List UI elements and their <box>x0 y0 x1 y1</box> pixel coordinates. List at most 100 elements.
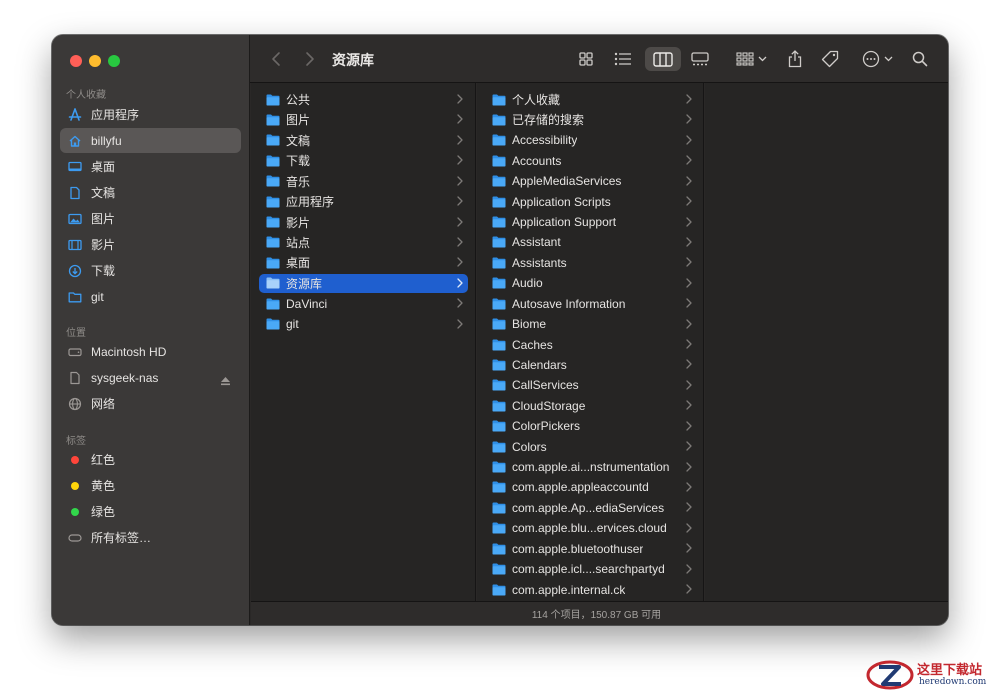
sidebar-item-pictures[interactable]: 图片 <box>60 206 241 231</box>
library-folder-row[interactable]: Calendars <box>485 355 697 374</box>
library-folder-row[interactable]: 已存储的搜索 <box>485 110 697 129</box>
chevron-right-icon <box>306 52 314 66</box>
library-folder-row[interactable]: com.apple.ai...nstrumentation <box>485 458 697 477</box>
home-folder-row[interactable]: 站点 <box>259 233 468 252</box>
library-folder-row[interactable]: AppleMediaServices <box>485 172 697 191</box>
close-window-button[interactable] <box>70 55 82 67</box>
library-folder-row[interactable]: Assistant <box>485 233 697 252</box>
sidebar-tag-green[interactable]: 绿色 <box>60 499 241 524</box>
watermark-logo-icon <box>866 660 914 690</box>
home-folder-row[interactable]: 应用程序 <box>259 192 468 211</box>
row-label: Accessibility <box>512 133 578 148</box>
row-label: Audio <box>512 276 543 291</box>
home-folder-row[interactable]: 资源库 <box>259 273 468 293</box>
home-folder-row[interactable]: 下载 <box>259 151 468 170</box>
minimize-window-button[interactable] <box>89 55 101 67</box>
library-folder-row[interactable]: Accessibility <box>485 131 697 150</box>
chevron-right-icon <box>686 114 692 125</box>
library-folder-row[interactable]: Caches <box>485 335 697 354</box>
tag-button[interactable] <box>820 47 840 71</box>
sidebar-tag-red[interactable]: 红色 <box>60 447 241 472</box>
folder-icon <box>492 175 506 187</box>
home-folder-row[interactable]: 公共 <box>259 90 468 109</box>
forward-button[interactable] <box>302 47 318 71</box>
eject-icon[interactable] <box>220 373 231 391</box>
library-folder-row[interactable]: Biome <box>485 315 697 334</box>
home-folder-row[interactable]: 影片 <box>259 213 468 232</box>
icon-view-button[interactable] <box>575 47 597 71</box>
folder-icon <box>492 94 506 105</box>
chevron-down-icon <box>758 56 766 62</box>
row-label: DaVinci <box>286 296 328 311</box>
library-folder-row[interactable]: Assistants <box>485 253 697 272</box>
library-folder-row[interactable]: Application Support <box>485 213 697 232</box>
sidebar-item-desktop[interactable]: 桌面 <box>60 154 241 179</box>
gallery-view-button[interactable] <box>688 47 712 71</box>
folder-icon <box>266 196 280 208</box>
library-folder-row[interactable]: 个人收藏 <box>485 90 697 109</box>
network-drive-icon <box>68 371 82 385</box>
library-folder-row[interactable]: com.apple.icl....searchpartyd <box>485 560 697 579</box>
sidebar-item-applications[interactable]: 应用程序 <box>60 102 241 127</box>
back-button[interactable] <box>268 47 284 71</box>
sidebar-item-home[interactable]: billyfu <box>60 128 241 153</box>
sidebar-item-downloads[interactable]: 下载 <box>60 258 241 283</box>
folder-icon <box>266 114 280 126</box>
home-folder-row[interactable]: 音乐 <box>259 172 468 191</box>
sidebar-item-network[interactable]: 网络 <box>60 391 241 416</box>
list-view-button[interactable] <box>611 47 635 71</box>
library-folder-row[interactable]: Colors <box>485 437 697 456</box>
sidebar-tag-yellow[interactable]: 黄色 <box>60 473 241 498</box>
home-folder-row[interactable]: git <box>259 315 468 334</box>
home-folder-row[interactable]: 图片 <box>259 110 468 129</box>
sidebar-item-macintosh-hd[interactable]: Macintosh HD <box>60 339 241 364</box>
group-by-button[interactable] <box>733 47 769 71</box>
folder-icon <box>492 318 506 330</box>
chevron-right-icon <box>457 298 463 308</box>
library-folder-row[interactable]: ColorPickers <box>485 417 697 436</box>
sidebar-item-label: sysgeek-nas <box>91 370 159 385</box>
row-label: 桌面 <box>286 256 311 271</box>
search-button[interactable] <box>910 47 930 71</box>
sidebar-item-git[interactable]: git <box>60 284 241 309</box>
library-folder-row[interactable]: Autosave Information <box>485 294 697 313</box>
home-folder-row[interactable]: 桌面 <box>259 253 468 272</box>
folder-icon <box>266 175 280 187</box>
folder-icon <box>492 114 506 126</box>
library-folder-row[interactable]: com.apple.Ap...ediaServices <box>485 498 697 517</box>
folder-icon <box>266 134 280 146</box>
home-folder-row[interactable]: DaVinci <box>259 294 468 313</box>
sidebar-item-documents[interactable]: 文稿 <box>60 180 241 205</box>
library-folder-row[interactable]: com.apple.appleaccountd <box>485 478 697 497</box>
more-actions-button[interactable] <box>860 47 894 71</box>
library-folder-row[interactable]: com.apple.blu...ervices.cloud <box>485 519 697 538</box>
library-folder-row[interactable]: com.apple.internal.ck <box>485 580 697 599</box>
folder-icon <box>492 379 506 391</box>
library-folder-row[interactable]: Audio <box>485 274 697 293</box>
library-folder-row[interactable]: CloudStorage <box>485 396 697 415</box>
chevron-right-icon <box>686 298 692 308</box>
sidebar-item-movies[interactable]: 影片 <box>60 232 241 257</box>
library-folder-row[interactable]: Application Scripts <box>485 192 697 211</box>
chevron-right-icon <box>457 318 463 329</box>
toolbar: 资源库 <box>250 35 948 83</box>
home-folder-row[interactable]: 文稿 <box>259 131 468 150</box>
sidebar-all-tags[interactable]: 所有标签… <box>60 525 241 550</box>
downloads-icon <box>68 264 82 278</box>
library-folder-row[interactable]: com.apple.bluetoothuser <box>485 539 697 558</box>
ellipsis-circle-icon <box>862 50 879 68</box>
green-tag-dot <box>71 507 79 516</box>
sidebar-item-sysgeek-nas[interactable]: sysgeek-nas <box>60 365 241 390</box>
zoom-window-button[interactable] <box>108 55 120 67</box>
chevron-right-icon <box>457 94 463 104</box>
share-button[interactable] <box>785 47 805 71</box>
chevron-right-icon <box>457 216 463 227</box>
row-label: com.apple.internal.ck <box>512 582 626 597</box>
column-view-button[interactable] <box>645 47 681 71</box>
group-grid-icon <box>735 52 754 66</box>
library-folder-row[interactable]: CallServices <box>485 376 697 395</box>
library-folder-row[interactable]: Accounts <box>485 151 697 170</box>
folder-icon <box>492 400 506 412</box>
row-label: com.apple.appleaccountd <box>512 480 649 495</box>
share-icon <box>788 50 802 68</box>
